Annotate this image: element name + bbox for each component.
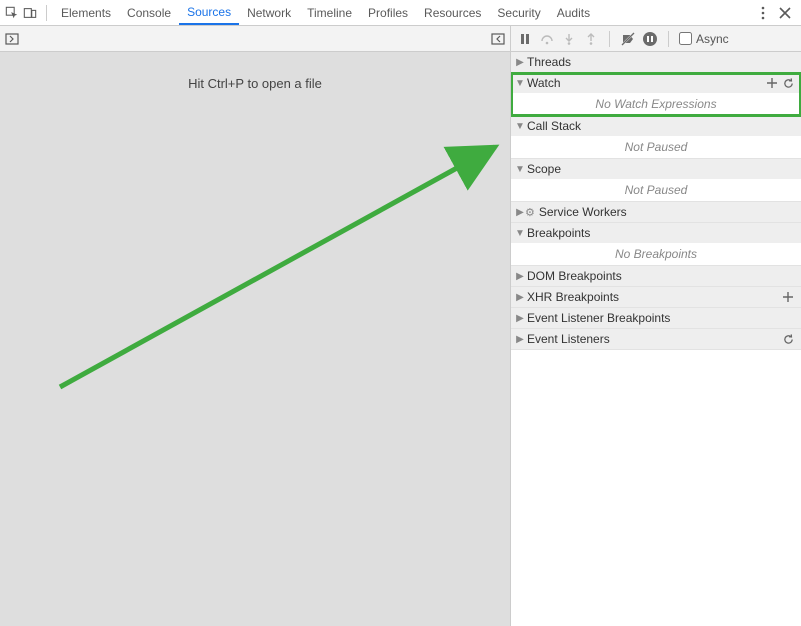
debugger-sidebar: Async ▶ Threads ▼ Watch: [510, 26, 801, 626]
tab-sources[interactable]: Sources: [179, 0, 239, 25]
tabbar-left-icons: [2, 5, 40, 21]
tabbar-right-icons: [755, 5, 799, 21]
section-service-workers: ▶ ⚙ Service Workers: [511, 202, 801, 223]
device-mode-icon[interactable]: [22, 5, 38, 21]
tab-audits[interactable]: Audits: [549, 0, 598, 25]
main-split: Hit Ctrl+P to open a file: [0, 26, 801, 626]
separator: [46, 5, 47, 21]
deactivate-breakpoints-icon[interactable]: [620, 31, 636, 47]
section-label: Event Listeners: [527, 332, 610, 346]
section-xhr-breakpoints: ▶ XHR Breakpoints: [511, 287, 801, 308]
tab-timeline[interactable]: Timeline: [299, 0, 360, 25]
section-watch: ▼ Watch No Watch Expressions: [511, 73, 801, 116]
tab-profiles[interactable]: Profiles: [360, 0, 416, 25]
section-head-dom-breakpoints[interactable]: ▶ DOM Breakpoints: [511, 266, 801, 286]
section-label: Scope: [527, 162, 561, 176]
section-head-xhr-breakpoints[interactable]: ▶ XHR Breakpoints: [511, 287, 801, 307]
more-icon[interactable]: [755, 5, 771, 21]
section-label: XHR Breakpoints: [527, 290, 619, 304]
section-head-call-stack[interactable]: ▼ Call Stack: [511, 116, 801, 136]
source-content: Hit Ctrl+P to open a file: [0, 52, 510, 626]
tab-network[interactable]: Network: [239, 0, 299, 25]
section-breakpoints: ▼ Breakpoints No Breakpoints: [511, 223, 801, 266]
show-debugger-icon[interactable]: [490, 31, 506, 47]
async-checkbox[interactable]: Async: [679, 32, 729, 46]
section-head-watch[interactable]: ▼ Watch: [511, 73, 801, 93]
collapse-icon: ▼: [515, 121, 525, 132]
section-label: Call Stack: [527, 119, 581, 133]
gear-icon: ⚙: [525, 206, 535, 219]
section-head-scope[interactable]: ▼ Scope: [511, 159, 801, 179]
separator: [668, 31, 669, 47]
section-threads: ▶ Threads: [511, 52, 801, 73]
collapse-icon: ▼: [515, 78, 525, 89]
section-head-service-workers[interactable]: ▶ ⚙ Service Workers: [511, 202, 801, 222]
section-label: Threads: [527, 55, 571, 69]
section-head-threads[interactable]: ▶ Threads: [511, 52, 801, 72]
call-stack-body: Not Paused: [511, 136, 801, 158]
call-stack-placeholder: Not Paused: [625, 140, 688, 154]
step-out-icon[interactable]: [583, 31, 599, 47]
refresh-event-listeners-icon[interactable]: [781, 332, 795, 346]
add-watch-icon[interactable]: [765, 76, 779, 90]
separator: [609, 31, 610, 47]
watch-body: No Watch Expressions: [511, 93, 801, 115]
section-label: Event Listener Breakpoints: [527, 311, 670, 325]
section-head-breakpoints[interactable]: ▼ Breakpoints: [511, 223, 801, 243]
async-checkbox-input[interactable]: [679, 32, 692, 45]
devtools-tabs: Elements Console Sources Network Timelin…: [53, 0, 598, 25]
devtools-tabbar: Elements Console Sources Network Timelin…: [0, 0, 801, 26]
expand-icon: ▶: [515, 334, 525, 345]
sidebar-panels: ▶ Threads ▼ Watch No Watch E: [511, 52, 801, 626]
section-head-event-listeners[interactable]: ▶ Event Listeners: [511, 329, 801, 349]
breakpoints-body: No Breakpoints: [511, 243, 801, 265]
annotation-arrow: [0, 52, 510, 626]
inspect-element-icon[interactable]: [4, 5, 20, 21]
tab-console[interactable]: Console: [119, 0, 179, 25]
collapse-icon: ▼: [515, 164, 525, 175]
section-label: Watch: [527, 76, 561, 90]
expand-icon: ▶: [515, 292, 525, 303]
source-area: Hit Ctrl+P to open a file: [0, 26, 510, 626]
step-over-icon[interactable]: [539, 31, 555, 47]
tab-resources[interactable]: Resources: [416, 0, 489, 25]
tab-elements[interactable]: Elements: [53, 0, 119, 25]
source-toolbar: [0, 26, 510, 52]
section-label: DOM Breakpoints: [527, 269, 622, 283]
expand-icon: ▶: [515, 207, 525, 218]
refresh-watch-icon[interactable]: [781, 76, 795, 90]
section-event-listeners: ▶ Event Listeners: [511, 329, 801, 350]
section-call-stack: ▼ Call Stack Not Paused: [511, 116, 801, 159]
async-label: Async: [696, 32, 729, 46]
scope-placeholder: Not Paused: [625, 183, 688, 197]
pause-on-exceptions-icon[interactable]: [642, 31, 658, 47]
add-xhr-breakpoint-icon[interactable]: [781, 290, 795, 304]
section-dom-breakpoints: ▶ DOM Breakpoints: [511, 266, 801, 287]
pause-script-icon[interactable]: [517, 31, 533, 47]
section-label: Service Workers: [539, 205, 627, 219]
watch-placeholder: No Watch Expressions: [595, 97, 716, 111]
close-icon[interactable]: [777, 5, 793, 21]
collapse-icon: ▼: [515, 228, 525, 239]
section-event-listener-breakpoints: ▶ Event Listener Breakpoints: [511, 308, 801, 329]
section-scope: ▼ Scope Not Paused: [511, 159, 801, 202]
scope-body: Not Paused: [511, 179, 801, 201]
section-head-event-listener-breakpoints[interactable]: ▶ Event Listener Breakpoints: [511, 308, 801, 328]
step-into-icon[interactable]: [561, 31, 577, 47]
tab-security[interactable]: Security: [489, 0, 548, 25]
breakpoints-placeholder: No Breakpoints: [615, 247, 697, 261]
open-file-hint: Hit Ctrl+P to open a file: [188, 76, 322, 91]
debug-toolbar: Async: [511, 26, 801, 52]
expand-icon: ▶: [515, 271, 525, 282]
show-navigator-icon[interactable]: [4, 31, 20, 47]
expand-icon: ▶: [515, 313, 525, 324]
section-label: Breakpoints: [527, 226, 590, 240]
expand-icon: ▶: [515, 57, 525, 68]
